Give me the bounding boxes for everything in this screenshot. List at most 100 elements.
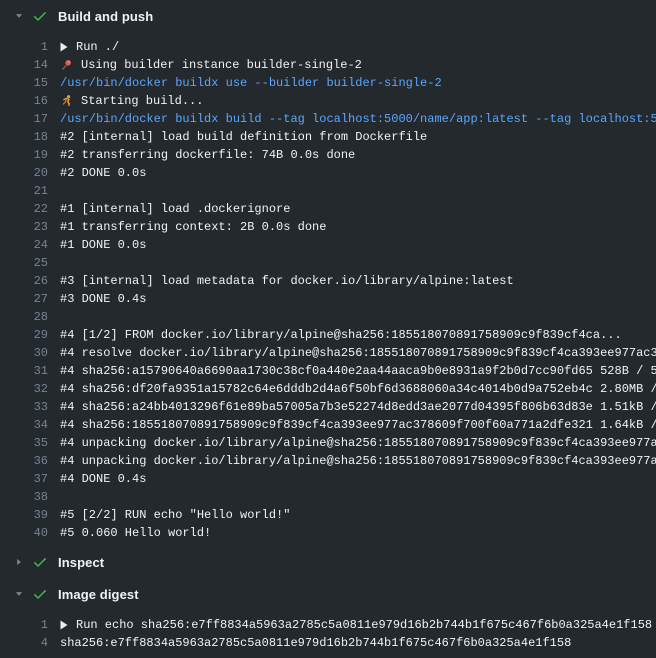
pushpin-icon: [60, 58, 73, 72]
log-lines-image-digest: 1Run echo sha256:e7ff8834a5963a2785c5a08…: [0, 610, 656, 656]
log-line: 29 #4 [1/2] FROM docker.io/library/alpine…: [0, 326, 656, 344]
line-number[interactable]: 31: [0, 362, 48, 380]
check-icon: [32, 8, 48, 24]
line-content: #4 sha256:df20fa9351a15782c64e6dddb2d4a6…: [60, 380, 656, 398]
line-number[interactable]: 38: [0, 488, 48, 506]
section-title: Image digest: [58, 587, 139, 602]
line-number[interactable]: 32: [0, 380, 48, 398]
workflow-log-panel: Build and push1Run ./14Using builder ins…: [0, 0, 656, 656]
chevron-down-icon[interactable]: [12, 11, 26, 21]
run-expand-icon[interactable]: [60, 620, 68, 630]
line-number[interactable]: 21: [0, 182, 48, 200]
log-line: 1Run echo sha256:e7ff8834a5963a2785c5a08…: [0, 616, 656, 634]
line-text: #2 DONE 0.0s: [60, 164, 146, 182]
line-number[interactable]: 27: [0, 290, 48, 308]
run-expand-icon[interactable]: [60, 42, 68, 52]
line-number[interactable]: 26: [0, 272, 48, 290]
line-content: #4 sha256:a24bb4013296f61e89ba57005a7b3e…: [60, 398, 656, 416]
log-line: 14 Using builder instance builder-single-…: [0, 56, 656, 74]
line-content: #4 unpacking docker.io/library/alpine@sh…: [60, 434, 656, 452]
line-text: #1 DONE 0.0s: [60, 236, 146, 254]
line-number[interactable]: 14: [0, 56, 48, 74]
log-line: 23#1 transferring context: 2B 0.0s done: [0, 218, 656, 236]
line-content: #2 transferring dockerfile: 74B 0.0s don…: [60, 146, 656, 164]
line-number[interactable]: 17: [0, 110, 48, 128]
log-lines-build-and-push: 1 Run ./ 14 Using builder instance builder-…: [0, 32, 656, 546]
line-number[interactable]: 37: [0, 470, 48, 488]
line-text: Run ./: [76, 38, 119, 56]
line-content: #1 DONE 0.0s: [60, 236, 656, 254]
log-line: 33 #4 sha256:a24bb4013296f61e89ba57005a7b…: [0, 398, 656, 416]
line-text: #5 [2/2] RUN echo "Hello world!": [60, 506, 290, 524]
line-number[interactable]: 36: [0, 452, 48, 470]
log-line: 4 sha256:e7ff8834a5963a2785c5a0811e979d16…: [0, 634, 656, 652]
line-number[interactable]: 39: [0, 506, 48, 524]
line-number[interactable]: 35: [0, 434, 48, 452]
section-header-image-digest[interactable]: Image digest: [0, 578, 656, 610]
section-header-build-and-push[interactable]: Build and push: [0, 0, 656, 32]
log-line: 36 #4 unpacking docker.io/library/alpine@…: [0, 452, 656, 470]
chevron-down-icon[interactable]: [12, 589, 26, 599]
line-number[interactable]: 19: [0, 146, 48, 164]
log-line: 27 #3 DONE 0.4s: [0, 290, 656, 308]
line-content: #4 resolve docker.io/library/alpine@sha2…: [60, 344, 656, 362]
line-content: sha256:e7ff8834a5963a2785c5a0811e979d16b…: [60, 634, 656, 652]
line-number[interactable]: 28: [0, 308, 48, 326]
line-content: Run ./: [60, 38, 656, 56]
line-text: #4 resolve docker.io/library/alpine@sha2…: [60, 344, 656, 362]
line-text: #3 DONE 0.4s: [60, 290, 146, 308]
line-text: Starting build...: [81, 92, 203, 110]
log-line: 34 #4 sha256:185518070891758909c9f839cf4c…: [0, 416, 656, 434]
line-text: #4 [1/2] FROM docker.io/library/alpine@s…: [60, 326, 622, 344]
line-text: #2 [internal] load build definition from…: [60, 128, 427, 146]
line-content: #2 [internal] load build definition from…: [60, 128, 656, 146]
section-header-inspect[interactable]: Inspect: [0, 546, 656, 578]
log-line: 31 #4 sha256:a15790640a6690aa1730c38cf0a4…: [0, 362, 656, 380]
log-line: 16 Starting build...: [0, 92, 656, 110]
log-line: 37 #4 DONE 0.4s: [0, 470, 656, 488]
line-number[interactable]: 1: [0, 616, 48, 634]
line-number[interactable]: 16: [0, 92, 48, 110]
line-number[interactable]: 24: [0, 236, 48, 254]
line-content: #4 sha256:185518070891758909c9f839cf4ca3…: [60, 416, 656, 434]
line-number[interactable]: 25: [0, 254, 48, 272]
section-title: Build and push: [58, 9, 153, 24]
section-title: Inspect: [58, 555, 104, 570]
line-number[interactable]: 4: [0, 634, 48, 652]
log-line: 19 #2 transferring dockerfile: 74B 0.0s d…: [0, 146, 656, 164]
line-number[interactable]: 20: [0, 164, 48, 182]
log-line: 28: [0, 308, 656, 326]
line-content: #4 sha256:a15790640a6690aa1730c38cf0a440…: [60, 362, 656, 380]
line-number[interactable]: 33: [0, 398, 48, 416]
log-line: 21: [0, 182, 656, 200]
line-content: Using builder instance builder-single-2: [60, 56, 656, 74]
chevron-right-icon[interactable]: [12, 557, 26, 567]
line-number[interactable]: 15: [0, 74, 48, 92]
line-number[interactable]: 22: [0, 200, 48, 218]
log-line: 35 #4 unpacking docker.io/library/alpine@…: [0, 434, 656, 452]
line-number[interactable]: 29: [0, 326, 48, 344]
line-number[interactable]: 1: [0, 38, 48, 56]
line-text: #3 [internal] load metadata for docker.i…: [60, 272, 514, 290]
log-line: 32 #4 sha256:df20fa9351a15782c64e6dddb2d4…: [0, 380, 656, 398]
line-content: #4 DONE 0.4s: [60, 470, 656, 488]
log-line: 40#5 0.060 Hello world!: [0, 524, 656, 542]
line-content: #3 [internal] load metadata for docker.i…: [60, 272, 656, 290]
check-icon: [32, 554, 48, 570]
log-line: 20 #2 DONE 0.0s: [0, 164, 656, 182]
line-content: #2 DONE 0.0s: [60, 164, 656, 182]
log-line: 30 #4 resolve docker.io/library/alpine@sh…: [0, 344, 656, 362]
runner-icon: [60, 94, 73, 108]
log-line: 1 Run ./: [0, 38, 656, 56]
line-number[interactable]: 40: [0, 524, 48, 542]
line-number[interactable]: 34: [0, 416, 48, 434]
line-content: /usr/bin/docker buildx build --tag local…: [60, 110, 656, 128]
line-number[interactable]: 30: [0, 344, 48, 362]
log-line: 38: [0, 488, 656, 506]
line-content: #1 [internal] load .dockerignore: [60, 200, 656, 218]
line-content: /usr/bin/docker buildx use --builder bui…: [60, 74, 656, 92]
line-number[interactable]: 18: [0, 128, 48, 146]
line-content: #4 unpacking docker.io/library/alpine@sh…: [60, 452, 656, 470]
line-number[interactable]: 23: [0, 218, 48, 236]
log-line: 26 #3 [internal] load metadata for docker…: [0, 272, 656, 290]
